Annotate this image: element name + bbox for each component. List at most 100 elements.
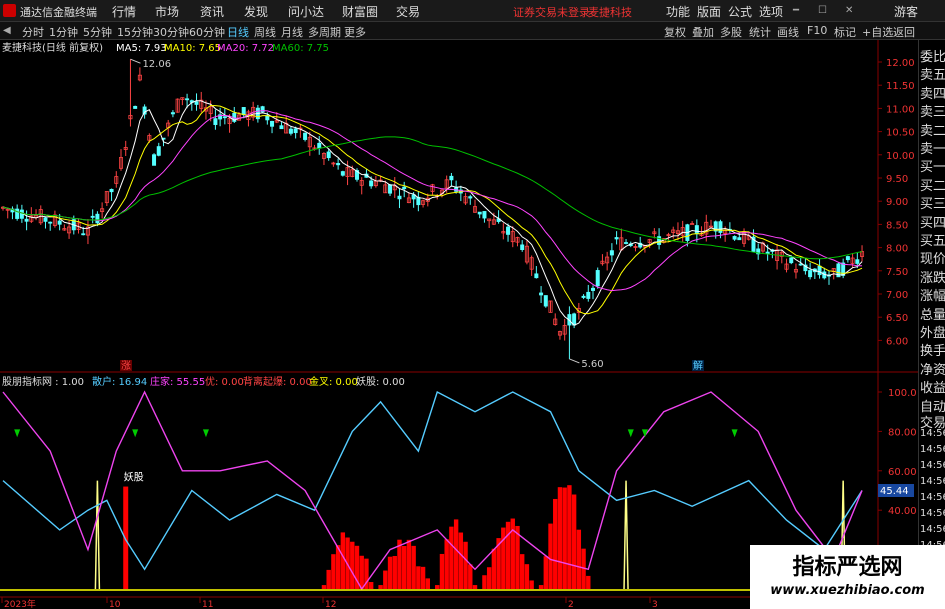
buy-signal-arrow [627,429,634,438]
price-label: 6.00 [886,336,908,347]
side-item: 买一 [920,160,945,176]
candle [718,221,723,233]
watermark: 指标严选网 www.xuezhibiao.com [750,545,945,609]
date-label: 2 [568,600,574,609]
zhuangjia-bar [416,566,421,589]
candle [81,233,86,236]
zhuangjia-bar [567,485,572,589]
price-label: 9.50 [886,174,908,185]
zhuangjia-bar [449,526,454,589]
zhuangjia-bar [411,545,416,589]
candle [288,128,293,134]
low-pointer [569,358,580,364]
candle [156,146,161,156]
zhuangjia-line [2,390,863,591]
price-label: 12.00 [886,58,915,69]
candle [798,263,803,266]
candle [845,256,850,261]
side-item: 14:56 [920,491,945,503]
zhuangjia-bar [505,521,511,589]
candle [506,226,511,235]
candle [402,186,407,190]
candle [520,244,525,251]
side-item: 14:56 [920,459,945,471]
zhuangjia-bar [458,532,464,589]
zhuangjia-bar [472,585,478,589]
candle [222,116,227,119]
candle [397,195,402,200]
candle [789,257,794,264]
zhuangjia-bar [482,575,487,589]
date-label: 12 [325,600,336,609]
side-item: 买三 [920,197,945,213]
side-item: 涨幅 [920,289,945,305]
side-item: 净资 [920,362,945,378]
zhuangjia-bar [557,487,563,589]
low-label: 5.60 [581,359,603,370]
candle [586,291,591,299]
candle [57,220,62,225]
ma5-line [2,100,863,326]
side-item: 卖三 [920,105,945,121]
price-label: 7.00 [886,290,908,301]
candle [808,270,813,278]
candle [624,242,629,244]
candle [15,208,20,219]
candle [241,107,246,116]
candle [595,270,600,287]
side-item: 买二 [920,178,945,194]
kline-chart[interactable]: 麦捷科技(日线 前复权) MA5: 7.93MA10: 7.65MA20: 7.7… [0,0,945,609]
candle [170,112,175,115]
zhuangjia-value: 庄家: 55.55 [150,375,205,388]
candle [817,265,822,276]
candle [477,211,482,215]
zhuangjia-bar [571,494,577,589]
zhuangjia-bar [468,564,473,589]
price-label: 11.00 [886,104,915,115]
ma10-label: MA10: 7.65 [164,43,221,54]
candle [317,142,322,149]
side-item: 卖五 [920,68,945,84]
candle [449,175,454,181]
zhuangjia-bar [435,585,440,589]
price-label: 9.00 [886,197,908,208]
buy-signal-arrow [14,429,21,438]
sanhu-value: 散户: 16.94 [92,375,147,388]
beili-value: 背离起爆: 0.00 [243,375,312,388]
side-item: 外盘 [920,326,945,341]
yaogu-bar [123,486,129,589]
candle [694,225,699,235]
candle [293,128,298,134]
zhuangjia-bar [402,546,407,589]
side-item: 卖二 [920,123,945,139]
zhuangjia-bar [326,569,331,589]
ind-badge: 45.44 [880,486,909,497]
candle [185,98,190,101]
candle [303,132,308,140]
side-item: 涨跌 [920,270,945,286]
zhuangjia-bar [321,585,327,589]
candle [534,273,539,279]
candle [213,118,218,125]
zhuangjia-bar [486,567,492,589]
side-item: 卖四 [920,86,945,102]
buy-signal-arrow [132,429,139,438]
ind-label: 80.00 [888,427,917,438]
candle [482,211,487,219]
candle [24,218,29,222]
zhuangjia-bar [392,556,397,589]
quote-side-panel: 委比 卖五 卖四 卖三 卖二 卖一 买一 买二 买三 买四 买五 现价 涨跌 涨幅 总量 外盘 换手 净资 收益 自动… [918,40,945,609]
price-label: 8.00 [886,244,908,255]
ind-label: 60.00 [888,467,917,478]
zhuangjia-bar [520,554,525,589]
zhuangjia-bar [368,582,374,589]
price-label: 10.00 [886,151,915,162]
zhuangjia-bar [529,580,534,589]
zhuangjia-bar [524,564,530,589]
ma5-label: MA5: 7.93 [116,43,167,54]
ma60-label: MA60: 7.75 [272,43,329,54]
candle [388,184,393,194]
zhuangjia-bar [340,532,346,589]
yellow-spike [94,480,101,590]
zhuangjia-bar [378,585,383,589]
